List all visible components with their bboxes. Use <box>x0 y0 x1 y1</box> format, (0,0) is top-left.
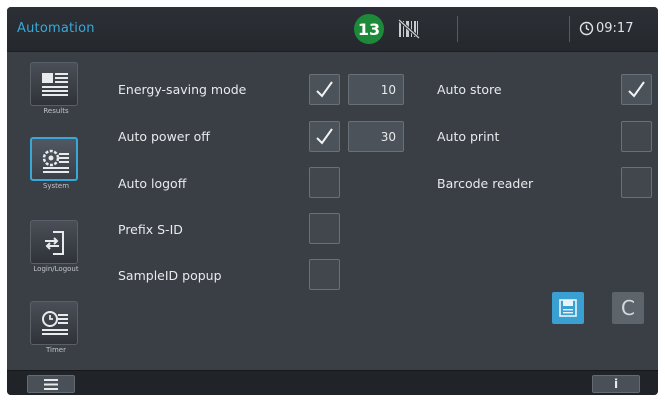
auto-power-off-label: Auto power off <box>118 129 210 144</box>
sampleid-popup-label: SampleID popup <box>118 268 222 283</box>
device-screen: Automation 09:17 Results System Login/Lo… <box>7 7 658 395</box>
timer-icon <box>42 311 68 335</box>
clock-icon <box>579 21 594 36</box>
login-logout-tile[interactable] <box>30 220 78 264</box>
auto-logoff-label: Auto logoff <box>118 176 187 191</box>
auto-print-checkbox[interactable] <box>621 121 652 152</box>
checkmark-icon <box>316 81 333 98</box>
sidebar-item-label: Results <box>43 107 69 115</box>
page-title: Automation <box>17 21 95 36</box>
system-tile[interactable] <box>30 137 78 181</box>
footer-bar: i <box>7 370 658 395</box>
sidebar-item-label: Timer <box>45 346 66 354</box>
callout-badge: 13 <box>354 14 384 44</box>
auto-power-off-minutes-field[interactable]: 30 <box>348 121 404 152</box>
header-separator <box>457 16 458 42</box>
save-icon <box>559 299 577 317</box>
save-button[interactable] <box>552 292 584 324</box>
login-logout-icon <box>45 231 64 255</box>
header-separator <box>569 16 570 42</box>
barcode-reader-label: Barcode reader <box>437 176 534 191</box>
sidebar-item-label: Login/Logout <box>33 265 79 273</box>
prefix-sid-checkbox[interactable] <box>309 213 340 244</box>
checkmark-icon <box>316 128 333 145</box>
auto-print-label: Auto print <box>437 129 500 144</box>
cancel-button[interactable]: C <box>612 292 644 324</box>
results-tile[interactable] <box>30 62 78 106</box>
clock-time: 09:17 <box>596 21 634 36</box>
system-settings-icon <box>42 149 69 173</box>
prefix-sid-label: Prefix S-ID <box>118 222 183 237</box>
results-icon <box>42 73 68 96</box>
energy-saving-label: Energy-saving mode <box>118 82 247 97</box>
timer-tile[interactable] <box>30 301 78 345</box>
auto-store-checkbox[interactable] <box>621 74 652 105</box>
barcode-disabled-icon <box>398 19 420 39</box>
checkmark-icon <box>628 81 645 98</box>
sampleid-popup-checkbox[interactable] <box>309 259 340 290</box>
sidebar-item-label: System <box>42 182 70 190</box>
header-bar: Automation 09:17 <box>7 7 658 52</box>
info-button[interactable]: i <box>592 375 640 393</box>
auto-power-off-checkbox[interactable] <box>309 121 340 152</box>
barcode-reader-checkbox[interactable] <box>621 167 652 198</box>
energy-saving-checkbox[interactable] <box>309 74 340 105</box>
auto-logoff-checkbox[interactable] <box>309 167 340 198</box>
energy-saving-minutes-field[interactable]: 10 <box>348 74 404 105</box>
menu-icon <box>44 379 58 390</box>
menu-button[interactable] <box>27 375 75 393</box>
auto-store-label: Auto store <box>437 82 502 97</box>
